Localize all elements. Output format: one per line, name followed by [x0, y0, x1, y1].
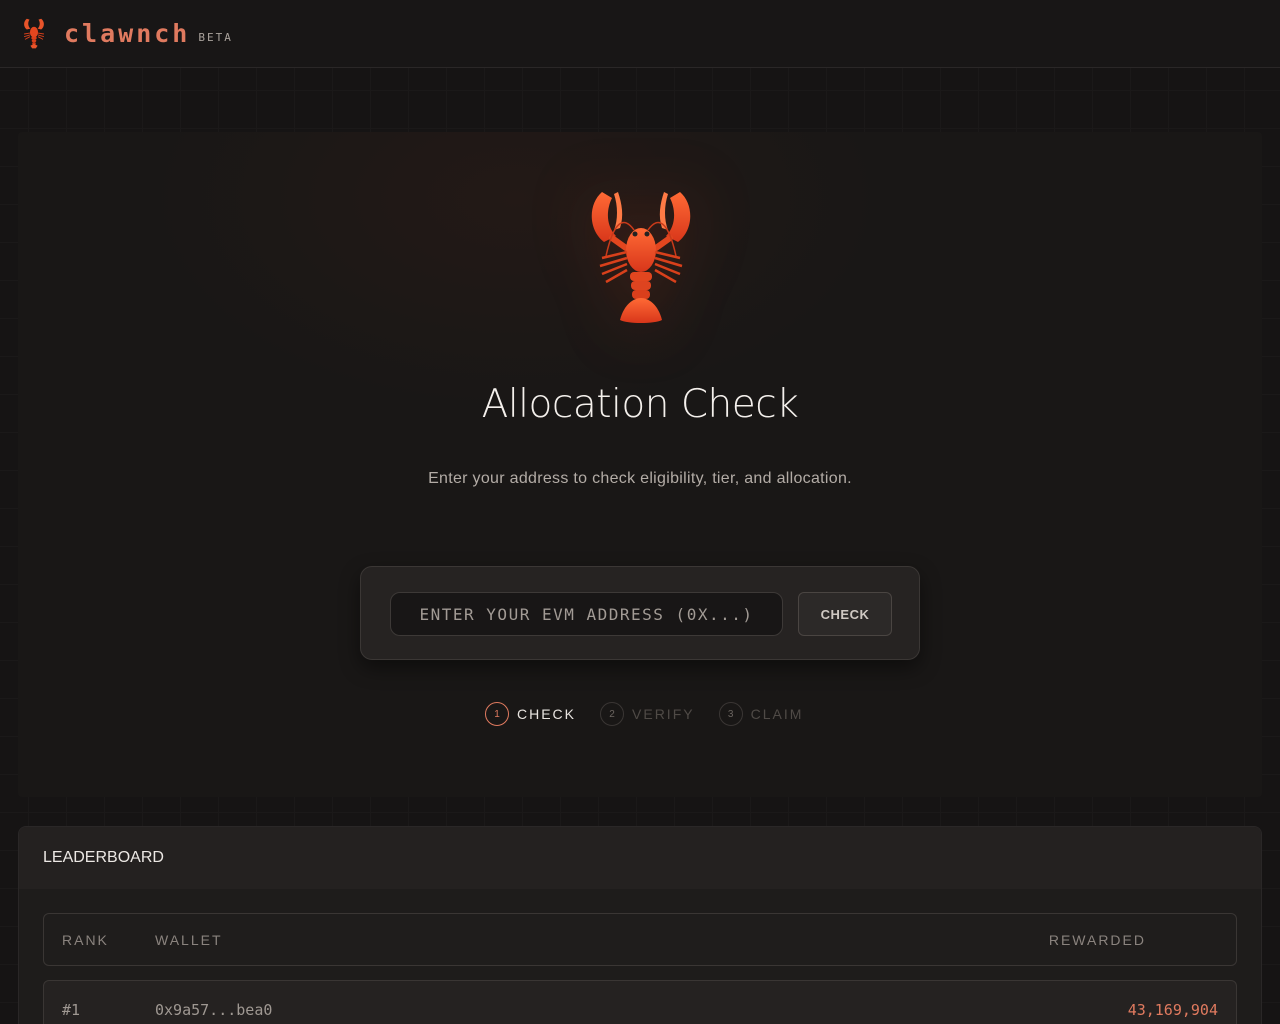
step-label: CLAIM: [750, 706, 804, 722]
check-button[interactable]: CHECK: [798, 592, 892, 636]
page-title: Allocation Check: [481, 382, 799, 427]
step-claim: 3 CLAIM: [718, 702, 804, 726]
leaderboard-header-row: RANK WALLET REWARDED: [43, 913, 1237, 966]
beta-badge: BETA: [198, 31, 233, 44]
allocation-check-panel: Allocation Check Enter your address to c…: [18, 132, 1262, 797]
top-bar: clawnch BETA: [0, 0, 1280, 68]
step-number: 2: [600, 702, 625, 726]
page-subtitle: Enter your address to check eligibility,…: [428, 470, 852, 487]
lobster-icon[interactable]: [20, 16, 48, 52]
table-row[interactable]: #1 0x9a57...bea0 43,169,904: [43, 980, 1237, 1024]
brand-name[interactable]: clawnch: [64, 19, 190, 48]
rewarded-cell: 43,169,904: [1127, 1001, 1218, 1019]
leaderboard-title: LEADERBOARD: [19, 827, 1261, 889]
rank-column-header: RANK: [62, 931, 109, 948]
step-number: 1: [485, 702, 509, 726]
step-check: 1 CHECK: [485, 702, 576, 726]
leaderboard-panel: LEADERBOARD RANK WALLET REWARDED #1 0x9a…: [18, 826, 1262, 1024]
wallet-column-header: WALLET: [155, 931, 223, 948]
evm-address-input[interactable]: [390, 592, 783, 636]
rewarded-column-header: REWARDED: [1048, 931, 1146, 948]
wallet-cell: 0x9a57...bea0: [155, 1001, 273, 1019]
step-verify: 2 VERIFY: [600, 702, 695, 726]
step-number: 3: [718, 702, 743, 726]
step-label: CHECK: [517, 706, 577, 722]
rank-cell: #1: [62, 1001, 81, 1019]
step-label: VERIFY: [632, 706, 695, 722]
lobster-icon: [591, 192, 691, 323]
progress-steps: 1 CHECK 2 VERIFY 3 CLAIM: [485, 702, 827, 726]
address-check-form: CHECK: [360, 566, 920, 660]
